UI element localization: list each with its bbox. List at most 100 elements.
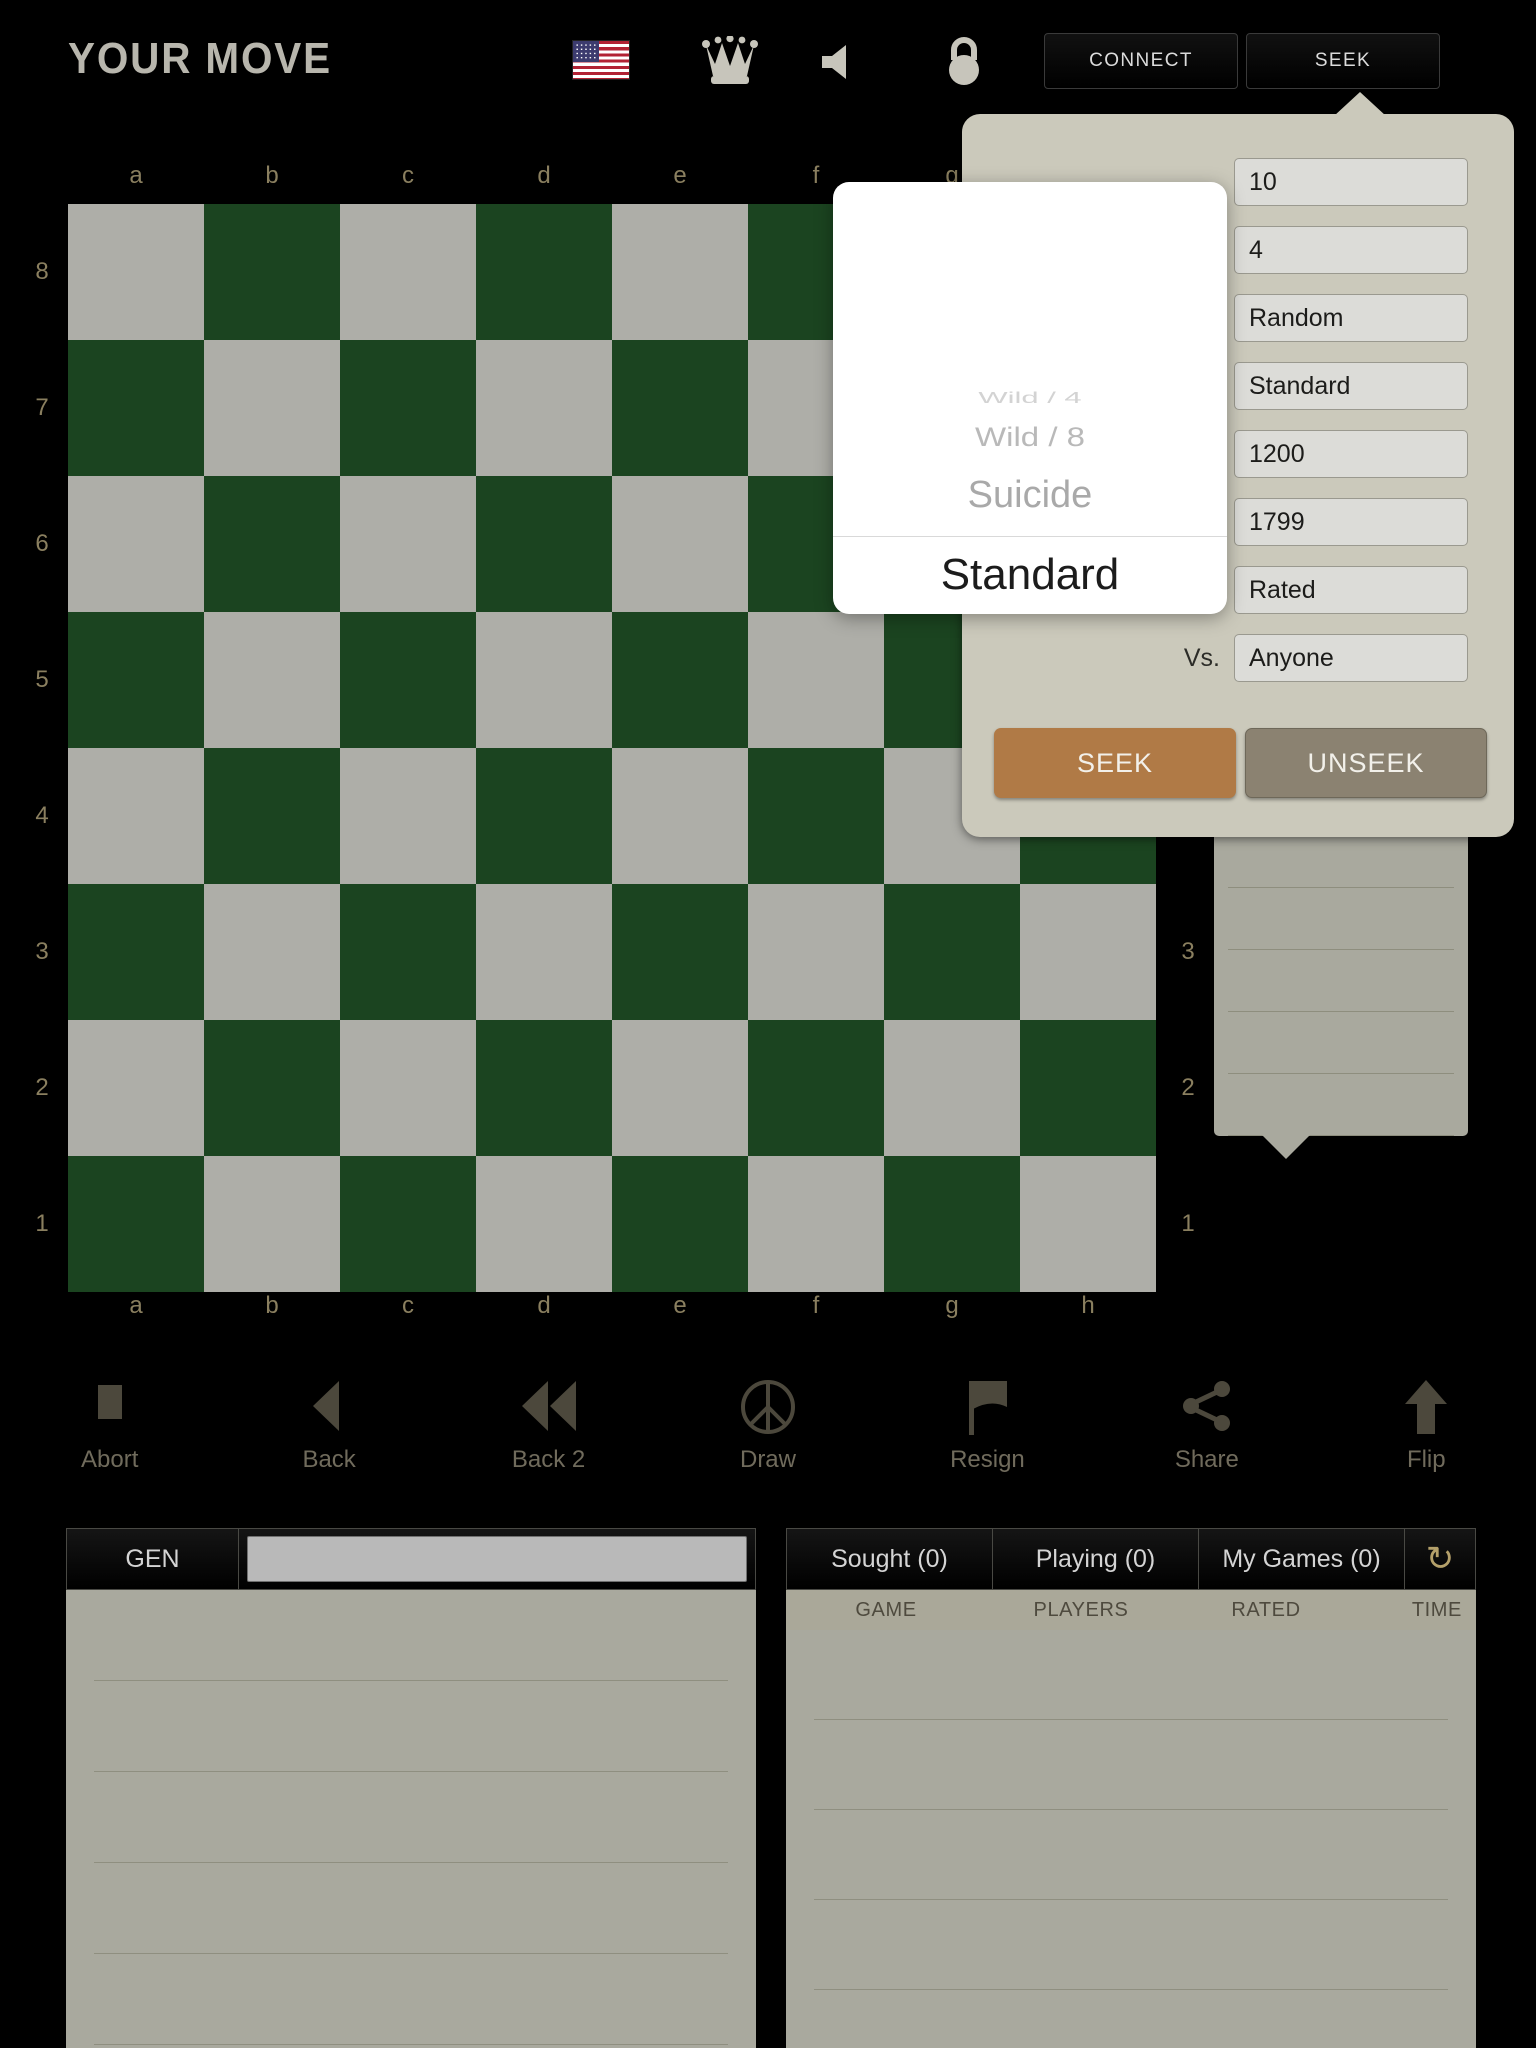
console-row[interactable]	[94, 1772, 728, 1863]
console-input[interactable]	[247, 1536, 747, 1582]
flag-usa-icon[interactable]	[572, 40, 630, 80]
board-square-f3[interactable]	[748, 884, 884, 1020]
board-square-e7[interactable]	[612, 340, 748, 476]
refresh-icon[interactable]: ↻	[1405, 1529, 1475, 1589]
board-square-c1[interactable]	[340, 1156, 476, 1292]
tab-sought[interactable]: Sought (0)	[787, 1529, 993, 1589]
seek-toggle-button[interactable]: SEEK	[1246, 33, 1440, 89]
board-square-a7[interactable]	[68, 340, 204, 476]
toolbar-button-flip[interactable]: Flip	[1330, 1358, 1522, 1498]
toolbar-button-draw[interactable]: Draw	[672, 1358, 864, 1498]
console-output-list[interactable]	[66, 1590, 756, 2048]
board-square-g2[interactable]	[884, 1020, 1020, 1156]
board-square-c7[interactable]	[340, 340, 476, 476]
connect-button[interactable]: CONNECT	[1044, 33, 1238, 89]
board-square-d5[interactable]	[476, 612, 612, 748]
board-square-e6[interactable]	[612, 476, 748, 612]
board-square-g3[interactable]	[884, 884, 1020, 1020]
games-table-row[interactable]	[814, 1900, 1448, 1990]
move-list-row[interactable]	[1228, 888, 1454, 950]
increment-field[interactable]: 4	[1234, 226, 1468, 274]
board-square-b4[interactable]	[204, 748, 340, 884]
board-square-a8[interactable]	[68, 204, 204, 340]
board-square-b5[interactable]	[204, 612, 340, 748]
board-square-d3[interactable]	[476, 884, 612, 1020]
board-square-c8[interactable]	[340, 204, 476, 340]
rating-max-field[interactable]: 1799	[1234, 498, 1468, 546]
board-square-d4[interactable]	[476, 748, 612, 884]
board-square-f5[interactable]	[748, 612, 884, 748]
move-list-row[interactable]	[1228, 1074, 1454, 1136]
board-square-e4[interactable]	[612, 748, 748, 884]
rating-min-field[interactable]: 1200	[1234, 430, 1468, 478]
games-table-body[interactable]	[786, 1630, 1476, 2048]
time-minutes-field[interactable]: 10	[1234, 158, 1468, 206]
console-row[interactable]	[94, 1954, 728, 2045]
tab-playing[interactable]: Playing (0)	[993, 1529, 1199, 1589]
variant-option-selected[interactable]: Standard	[833, 550, 1227, 600]
board-square-c5[interactable]	[340, 612, 476, 748]
board-square-a3[interactable]	[68, 884, 204, 1020]
board-square-b2[interactable]	[204, 1020, 340, 1156]
board-square-f1[interactable]	[748, 1156, 884, 1292]
board-square-c4[interactable]	[340, 748, 476, 884]
board-square-b6[interactable]	[204, 476, 340, 612]
board-square-a1[interactable]	[68, 1156, 204, 1292]
unseek-button[interactable]: UNSEEK	[1245, 728, 1487, 798]
board-square-h2[interactable]	[1020, 1020, 1156, 1156]
board-square-f2[interactable]	[748, 1020, 884, 1156]
toolbar-button-abort[interactable]: Abort	[14, 1358, 206, 1498]
board-square-h1[interactable]	[1020, 1156, 1156, 1292]
move-list-row[interactable]	[1228, 1012, 1454, 1074]
board-square-c3[interactable]	[340, 884, 476, 1020]
queen-icon[interactable]	[700, 36, 760, 86]
move-list-row[interactable]	[1228, 950, 1454, 1012]
tab-my-games[interactable]: My Games (0)	[1199, 1529, 1405, 1589]
board-square-c2[interactable]	[340, 1020, 476, 1156]
board-square-e5[interactable]	[612, 612, 748, 748]
board-square-a2[interactable]	[68, 1020, 204, 1156]
variant-option[interactable]: Wild / 4	[833, 389, 1227, 408]
toolbar-button-resign[interactable]: Resign	[891, 1358, 1083, 1498]
board-square-e2[interactable]	[612, 1020, 748, 1156]
console-row[interactable]	[94, 1681, 728, 1772]
variant-field[interactable]: Standard	[1234, 362, 1468, 410]
board-square-g1[interactable]	[884, 1156, 1020, 1292]
variant-picker[interactable]: Wild / 4 Wild / 8 Suicide Standard Fisch…	[833, 182, 1227, 614]
board-square-b8[interactable]	[204, 204, 340, 340]
variant-option[interactable]: Wild / 8	[833, 421, 1227, 452]
board-square-d2[interactable]	[476, 1020, 612, 1156]
board-square-c6[interactable]	[340, 476, 476, 612]
sound-icon[interactable]	[818, 44, 862, 80]
board-square-d8[interactable]	[476, 204, 612, 340]
board-square-b3[interactable]	[204, 884, 340, 1020]
board-square-e8[interactable]	[612, 204, 748, 340]
games-table-row[interactable]	[814, 1630, 1448, 1720]
opponent-field[interactable]: Anyone	[1234, 634, 1468, 682]
board-square-a4[interactable]	[68, 748, 204, 884]
board-square-e1[interactable]	[612, 1156, 748, 1292]
rated-field[interactable]: Rated	[1234, 566, 1468, 614]
board-square-a6[interactable]	[68, 476, 204, 612]
board-square-e3[interactable]	[612, 884, 748, 1020]
seek-submit-button[interactable]: SEEK	[994, 728, 1236, 798]
games-table-row[interactable]	[814, 1810, 1448, 1900]
toolbar-button-back[interactable]: Back	[233, 1358, 425, 1498]
games-table-row[interactable]	[814, 1720, 1448, 1810]
toolbar-button-share[interactable]: Share	[1111, 1358, 1303, 1498]
console-row[interactable]	[94, 1863, 728, 1954]
lock-icon[interactable]	[942, 34, 986, 88]
console-row[interactable]	[94, 1590, 728, 1681]
board-square-b1[interactable]	[204, 1156, 340, 1292]
board-square-a5[interactable]	[68, 612, 204, 748]
board-square-h3[interactable]	[1020, 884, 1156, 1020]
board-square-d6[interactable]	[476, 476, 612, 612]
color-field[interactable]: Random	[1234, 294, 1468, 342]
gen-tab[interactable]: GEN	[67, 1529, 239, 1589]
toolbar-button-back-2[interactable]: Back 2	[453, 1358, 645, 1498]
board-square-d7[interactable]	[476, 340, 612, 476]
board-square-d1[interactable]	[476, 1156, 612, 1292]
board-square-f4[interactable]	[748, 748, 884, 884]
variant-option[interactable]: Suicide	[833, 474, 1227, 517]
board-square-b7[interactable]	[204, 340, 340, 476]
